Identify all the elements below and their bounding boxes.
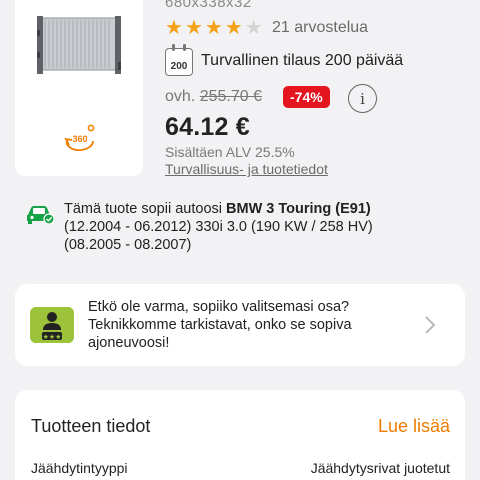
vat-note: Sisältäen ALV 25.5% — [165, 144, 295, 160]
product-details-card: Tuotteen tiedot Lue lisää Jäähdytintyypp… — [15, 390, 465, 480]
old-price: ovh. 255.70 € — [165, 88, 262, 106]
product-size-code: 680x338x32 — [165, 0, 252, 11]
compat-line3: (08.2005 - 08.2007) — [64, 237, 192, 253]
technician-icon: ★★★ — [30, 307, 74, 343]
old-price-amount: 255.70 € — [199, 88, 262, 105]
radiator-product-image — [37, 16, 121, 74]
star-icon: ★ — [204, 17, 223, 39]
compat-prefix: Tämä tuote sopii autoosi — [64, 201, 227, 217]
info-icon[interactable]: i — [348, 84, 377, 113]
rotate-360-icon[interactable]: 360 — [63, 124, 97, 154]
rotate-360-label: 360 — [72, 134, 87, 144]
safe-order-text: Turvallinen tilaus 200 päivää — [201, 52, 404, 69]
spec-label: Jäähdytintyyppi — [31, 460, 128, 476]
chevron-right-icon[interactable] — [420, 313, 440, 337]
product-page: 360 680x338x32 ★ ★ ★ ★ ★ 21 arvostelua 2… — [0, 0, 480, 480]
svg-text:★★★: ★★★ — [43, 333, 62, 341]
calendar-days-label: 200 — [170, 61, 188, 72]
current-price: 64.12 € — [165, 113, 250, 141]
star-icon: ★ — [224, 17, 243, 39]
car-check-icon — [27, 206, 54, 225]
product-summary: 360 680x338x32 ★ ★ ★ ★ ★ 21 arvostelua 2… — [0, 0, 480, 190]
compat-car: BMW 3 Touring (E91) — [226, 201, 371, 217]
safety-info-link[interactable]: Turvallisuus- ja tuotetiedot — [165, 161, 328, 177]
star-icon: ★ — [165, 17, 183, 39]
review-count[interactable]: 21 arvostelua — [272, 19, 368, 37]
details-title: Tuotteen tiedot — [31, 416, 151, 436]
compat-line2: (12.2004 - 06.2012) 330i 3.0 (190 KW / 2… — [64, 219, 373, 235]
spec-value: Jäähdytysrivat juotetut — [310, 460, 450, 476]
vehicle-compatibility: Tämä tuote sopii autoosi BMW 3 Touring (… — [64, 200, 464, 254]
calendar-icon: 200 — [165, 44, 193, 76]
product-image-card[interactable]: 360 — [15, 0, 143, 176]
technician-help-card[interactable]: ★★★ Etkö ole varma, sopiiko valitsemasi … — [15, 284, 465, 366]
star-icon: ★ — [184, 17, 203, 39]
technician-help-text: Etkö ole varma, sopiiko valitsemasi osa?… — [88, 299, 352, 351]
discount-badge: -74% — [283, 86, 330, 108]
rating-stars[interactable]: ★ ★ ★ ★ ★ — [165, 17, 263, 39]
read-more-button[interactable]: Lue lisää — [378, 416, 450, 437]
star-empty-icon: ★ — [244, 17, 263, 39]
old-price-prefix: ovh. — [165, 88, 196, 105]
